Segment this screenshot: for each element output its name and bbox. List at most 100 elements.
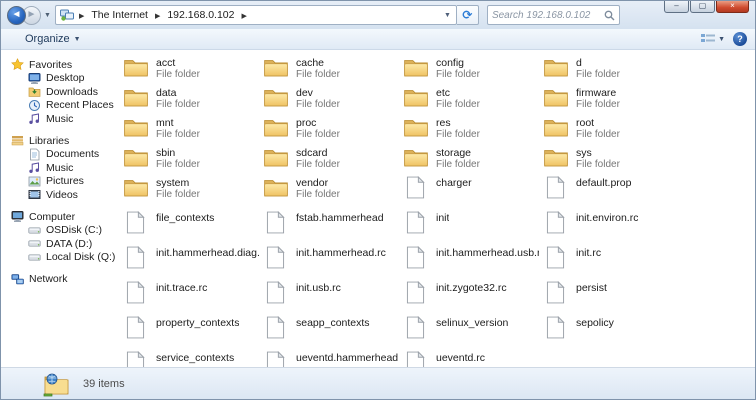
folder-item[interactable]: storageFile folder (401, 144, 541, 174)
sidebar-section-label: Libraries (29, 135, 69, 147)
close-button[interactable]: × (716, 1, 749, 13)
file-icon (126, 316, 145, 339)
sidebar-section-label: Computer (29, 211, 75, 223)
folder-item[interactable]: sysFile folder (541, 144, 681, 174)
folder-item[interactable]: etcFile folder (401, 84, 541, 114)
breadcrumb-segment[interactable]: 192.168.0.102 (165, 8, 236, 22)
file-icon (266, 351, 285, 367)
folder-icon (263, 116, 289, 138)
network-location-icon (60, 9, 74, 21)
recent-icon (28, 99, 41, 112)
folder-item[interactable]: configFile folder (401, 54, 541, 84)
back-button[interactable]: ◄ (7, 6, 26, 25)
file-item[interactable]: init (401, 209, 541, 244)
folder-item[interactable]: dFile folder (541, 54, 681, 84)
sidebar-item-downloads[interactable]: Downloads (1, 85, 119, 98)
help-button[interactable]: ? (733, 32, 747, 46)
folder-icon (403, 116, 429, 138)
breadcrumb-segment[interactable]: The Internet (89, 8, 150, 22)
item-name: sdcard (296, 147, 340, 159)
file-item[interactable]: init.zygote32.rc (401, 279, 541, 314)
sidebar-item-music[interactable]: Music (1, 161, 119, 174)
file-icon (406, 316, 425, 339)
recent-pages-dropdown[interactable]: ▼ (44, 12, 51, 19)
sidebar-item-documents[interactable]: Documents (1, 148, 119, 161)
refresh-button[interactable]: ⟳ (457, 5, 479, 25)
sidebar-item-videos[interactable]: Videos (1, 188, 119, 201)
file-icon (406, 246, 425, 269)
music-icon (28, 161, 41, 174)
file-icon (126, 351, 145, 367)
folder-item[interactable]: sdcardFile folder (261, 144, 401, 174)
explorer-window: – ▢ × ◄ ► ▼ ▶The Internet▶192.168.0.102▶… (0, 0, 756, 400)
network-icon (11, 273, 24, 286)
file-item[interactable]: selinux_version (401, 314, 541, 349)
folder-item[interactable]: mntFile folder (121, 114, 261, 144)
folder-item[interactable]: rootFile folder (541, 114, 681, 144)
folder-item[interactable]: resFile folder (401, 114, 541, 144)
sidebar-item-recent-places[interactable]: Recent Places (1, 99, 119, 112)
sidebar-section-favorites[interactable]: Favorites (1, 58, 119, 71)
item-name: mnt (156, 117, 200, 129)
folder-icon (123, 86, 149, 108)
navigation-bar: ◄ ► ▼ ▶The Internet▶192.168.0.102▶ ▼ ⟳ (1, 1, 755, 29)
sidebar-section-libraries[interactable]: Libraries (1, 134, 119, 147)
folder-item[interactable]: devFile folder (261, 84, 401, 114)
item-name: d (576, 57, 620, 69)
file-item[interactable]: default.prop (541, 174, 681, 209)
address-dropdown-icon[interactable]: ▼ (441, 12, 454, 19)
file-item[interactable]: init.hammerhead.rc (261, 244, 401, 279)
sidebar-item-music[interactable]: Music (1, 112, 119, 125)
sidebar-item-desktop[interactable]: Desktop (1, 72, 119, 85)
file-item[interactable]: file_contexts (121, 209, 261, 244)
sidebar-item-data-d-[interactable]: DATA (D:) (1, 237, 119, 250)
item-name: sbin (156, 147, 200, 159)
file-item[interactable]: seapp_contexts (261, 314, 401, 349)
organize-button[interactable]: Organize ▼ (19, 31, 87, 47)
breadcrumb-separator-icon[interactable]: ▶ (242, 13, 247, 20)
sidebar-item-label: Videos (46, 189, 78, 201)
file-icon (126, 246, 145, 269)
organize-dropdown-icon: ▼ (74, 36, 81, 43)
views-icon (701, 33, 715, 45)
file-item[interactable]: ueventd.rc (401, 349, 541, 367)
file-item[interactable]: ueventd.hammerhead.rc (261, 349, 401, 367)
file-item[interactable]: fstab.hammerhead (261, 209, 401, 244)
file-icon (406, 176, 425, 199)
sidebar-section-network[interactable]: Network (1, 273, 119, 286)
file-item[interactable]: init.rc (541, 244, 681, 279)
item-type-label: File folder (156, 99, 200, 110)
file-item[interactable]: property_contexts (121, 314, 261, 349)
folder-item[interactable]: vendorFile folder (261, 174, 401, 204)
folder-item[interactable]: sbinFile folder (121, 144, 261, 174)
file-item[interactable]: persist (541, 279, 681, 314)
file-item[interactable]: service_contexts (121, 349, 261, 367)
search-input[interactable] (492, 10, 604, 21)
sidebar-item-osdisk-c-[interactable]: OSDisk (C:) (1, 224, 119, 237)
file-item[interactable]: init.hammerhead.diag.rc (121, 244, 261, 279)
file-item[interactable]: sepolicy (541, 314, 681, 349)
item-name: init.rc (576, 247, 601, 259)
minimize-button[interactable]: – (664, 1, 689, 13)
sidebar-item-local-disk-q-[interactable]: Local Disk (Q:) (1, 251, 119, 264)
sidebar-item-label: DATA (D:) (46, 238, 92, 250)
item-type-label: File folder (156, 129, 200, 140)
library-icon (11, 134, 24, 147)
folder-item[interactable]: firmwareFile folder (541, 84, 681, 114)
file-item[interactable]: init.usb.rc (261, 279, 401, 314)
file-item[interactable]: init.environ.rc (541, 209, 681, 244)
sidebar-item-pictures[interactable]: Pictures (1, 175, 119, 188)
change-view-button[interactable]: ▼ (701, 33, 725, 45)
folder-item[interactable]: acctFile folder (121, 54, 261, 84)
folder-item[interactable]: procFile folder (261, 114, 401, 144)
folder-item[interactable]: systemFile folder (121, 174, 261, 204)
file-item[interactable]: charger (401, 174, 541, 209)
item-type-label: File folder (156, 159, 200, 170)
folder-item[interactable]: cacheFile folder (261, 54, 401, 84)
sidebar-section-computer[interactable]: Computer (1, 210, 119, 223)
address-bar[interactable]: ▶The Internet▶192.168.0.102▶ ▼ (55, 5, 457, 25)
folder-item[interactable]: dataFile folder (121, 84, 261, 114)
file-item[interactable]: init.trace.rc (121, 279, 261, 314)
file-item[interactable]: init.hammerhead.usb.rc (401, 244, 541, 279)
maximize-button[interactable]: ▢ (690, 1, 715, 13)
